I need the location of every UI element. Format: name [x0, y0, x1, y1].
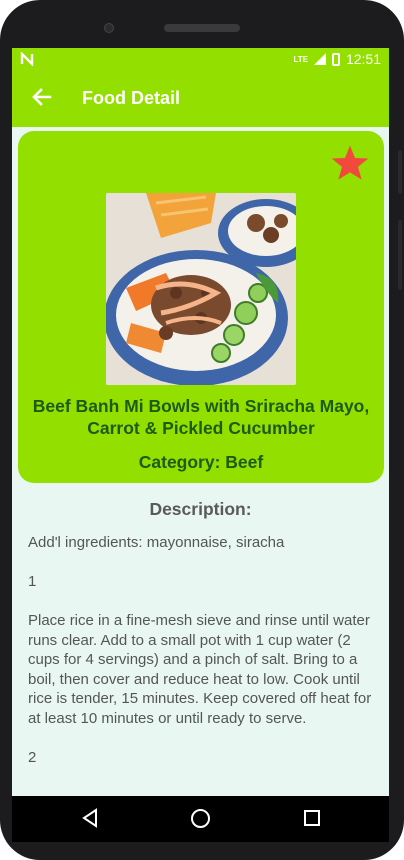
phone-top-bezel [0, 0, 404, 50]
n-icon [20, 51, 34, 69]
battery-icon [331, 52, 340, 66]
nav-recents-icon[interactable] [303, 809, 321, 827]
app-screen: LTE 12:51 Food Detail Beef Banh Mi Bowls… [12, 48, 389, 796]
signal-icon [313, 53, 326, 65]
star-icon[interactable] [330, 143, 370, 191]
description-heading: Description: [149, 499, 252, 519]
food-category: Category: Beef [138, 452, 264, 472]
volume-button [398, 150, 402, 194]
description-text: Add'l ingredients: mayonnaise, siracha 1… [28, 534, 372, 766]
status-bar: LTE 12:51 [12, 48, 389, 72]
page-title: Food Detail [82, 88, 180, 108]
food-card: Beef Banh Mi Bowls with Sriracha Mayo, C… [18, 131, 384, 483]
food-image [106, 193, 296, 385]
food-title: Beef Banh Mi Bowls with Sriracha Mayo, C… [32, 396, 370, 438]
status-time: 12:51 [345, 51, 381, 67]
app-bar: Food Detail [12, 72, 389, 127]
detail-content[interactable]: Beef Banh Mi Bowls with Sriracha Mayo, C… [12, 127, 389, 796]
system-nav-bar [12, 796, 389, 842]
earpiece-speaker [164, 24, 240, 32]
network-type-label: LTE [293, 54, 308, 64]
nav-back-icon[interactable] [82, 808, 98, 828]
arrow-left-icon[interactable] [30, 86, 54, 110]
front-camera [104, 23, 114, 33]
power-button [398, 220, 402, 290]
status-icons: LTE 12:51 [293, 51, 381, 67]
nav-home-icon[interactable] [190, 808, 211, 829]
phone-frame: LTE 12:51 Food Detail Beef Banh Mi Bowls… [0, 0, 404, 860]
